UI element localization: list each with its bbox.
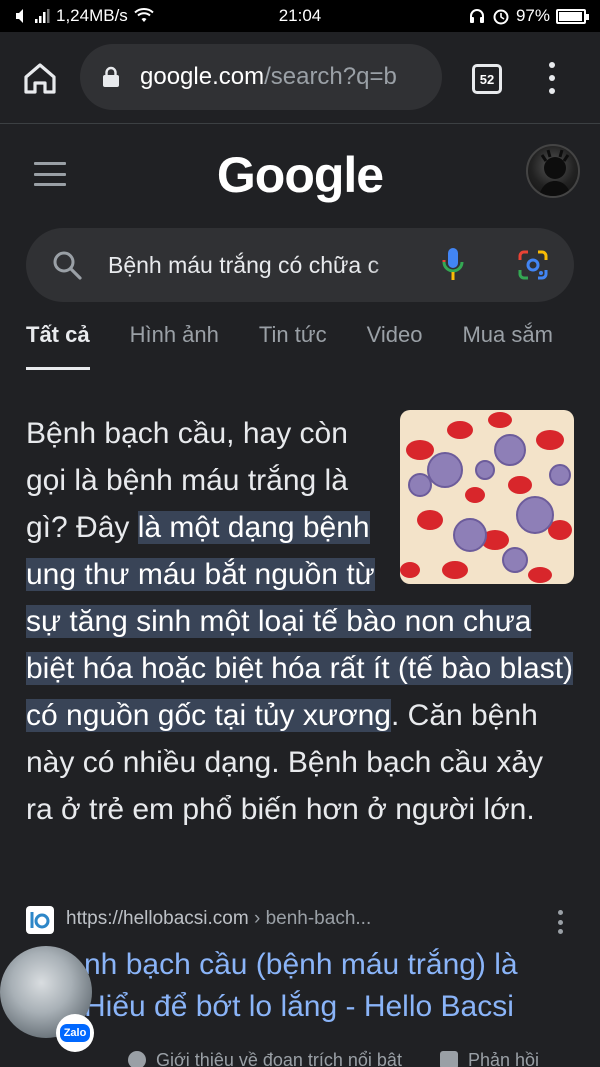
result-title-link[interactable]: nh bạch cầu (bệnh máu trắng) là Hiểu để …	[26, 944, 574, 1028]
home-icon[interactable]	[18, 56, 62, 100]
search-icon[interactable]	[50, 248, 84, 282]
search-input[interactable]: Bệnh máu trắng có chữa c	[108, 252, 413, 279]
tab-video[interactable]: Video	[367, 322, 423, 370]
featured-snippet: Bệnh bạch cầu, hay còn gọi là bệnh máu t…	[26, 410, 574, 833]
tab-images[interactable]: Hình ảnh	[130, 322, 219, 370]
battery-percent: 97%	[515, 6, 550, 25]
voice-search-icon[interactable]	[440, 246, 466, 284]
result-url[interactable]: https://hellobacsi.com › benh-bach...	[66, 908, 371, 930]
browser-toolbar: google.com/search?q=b 52	[0, 32, 600, 124]
headset-icon	[469, 9, 484, 23]
zalo-label: Zalo	[59, 1024, 91, 1042]
account-avatar[interactable]	[526, 144, 580, 198]
google-logo[interactable]: Google	[0, 146, 600, 204]
result-site: https://hellobacsi.com	[66, 908, 249, 929]
help-icon	[128, 1051, 146, 1067]
battery-icon	[556, 8, 589, 24]
url-host: google.com	[140, 63, 265, 90]
blood-cells-image	[400, 410, 574, 584]
signal-icon	[35, 9, 50, 23]
google-lens-icon[interactable]	[516, 248, 550, 282]
feedback-label: Phản hồi	[467, 1050, 540, 1067]
wifi-icon	[134, 8, 154, 22]
tab-switcher-button[interactable]: 52	[472, 64, 502, 94]
lock-icon	[103, 66, 119, 87]
status-bar: 1,24MB/s 21:04 97%	[0, 0, 600, 32]
tab-news[interactable]: Tin tức	[259, 322, 327, 370]
network-speed: 1,24MB/s	[56, 6, 128, 25]
about-snippet-link[interactable]: Giới thiệu về đoạn trích nổi bật	[128, 1050, 402, 1067]
url-path: /search?q=b	[264, 63, 397, 90]
result-more-icon[interactable]	[556, 910, 564, 934]
alarm-icon	[493, 9, 509, 25]
zalo-badge: Zalo	[56, 1014, 94, 1052]
tab-shopping[interactable]: Mua sắm	[462, 322, 552, 370]
snippet-image[interactable]	[400, 410, 574, 584]
tab-all[interactable]: Tất cả	[26, 322, 90, 370]
feedback-icon	[439, 1051, 458, 1067]
result-path: › benh-bach...	[248, 908, 372, 929]
mute-icon	[16, 9, 23, 23]
clock: 21:04	[278, 6, 322, 25]
snippet-footer: Giới thiệu về đoạn trích nổi bật Phản hồ…	[128, 1050, 539, 1067]
zalo-chat-head[interactable]: Zalo	[0, 946, 94, 1052]
about-snippet-label: Giới thiệu về đoạn trích nổi bật	[156, 1050, 402, 1067]
url-text: google.com/search?q=b	[140, 63, 397, 91]
feedback-link[interactable]: Phản hồi	[439, 1050, 540, 1067]
search-tabs: Tất cả Hình ảnh Tin tức Video Mua sắm	[26, 322, 600, 370]
hellobacsi-favicon	[26, 906, 54, 934]
search-box[interactable]: Bệnh máu trắng có chữa c	[26, 228, 574, 302]
overflow-menu-icon[interactable]	[540, 58, 564, 98]
address-bar[interactable]: google.com/search?q=b	[80, 44, 442, 110]
